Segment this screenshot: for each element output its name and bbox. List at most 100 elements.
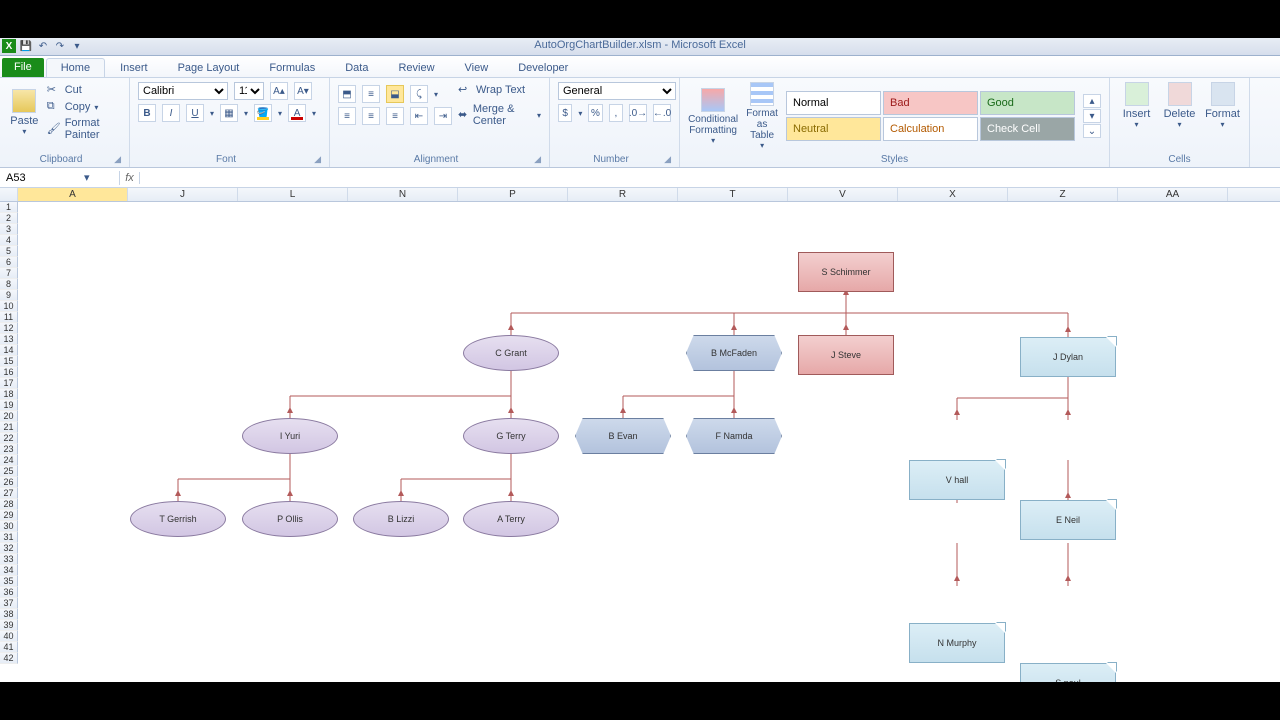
chevron-down-icon[interactable]: ▾ (84, 171, 90, 184)
cell-style-normal[interactable]: Normal (786, 91, 881, 115)
tab-formulas[interactable]: Formulas (254, 58, 330, 77)
org-node-e_neil[interactable]: E Neil (1020, 500, 1116, 540)
align-center-button[interactable]: ≡ (362, 107, 380, 125)
column-header[interactable]: R (568, 188, 678, 201)
tab-home[interactable]: Home (46, 58, 105, 77)
decrease-indent-button[interactable]: ⇤ (410, 107, 428, 125)
increase-decimal-button[interactable]: .0→ (629, 104, 647, 122)
org-node-i_yuri[interactable]: I Yuri (242, 418, 338, 454)
row-header[interactable]: 28 (0, 499, 18, 510)
row-header[interactable]: 9 (0, 290, 18, 301)
redo-icon[interactable]: ↷ (53, 39, 67, 53)
row-header[interactable]: 37 (0, 598, 18, 609)
name-box-input[interactable] (4, 171, 84, 185)
cell-style-good[interactable]: Good (980, 91, 1075, 115)
column-header[interactable]: Z (1008, 188, 1118, 201)
row-header[interactable]: 40 (0, 631, 18, 642)
dialog-launcher-icon[interactable]: ◢ (664, 154, 671, 165)
qat-more-icon[interactable]: ▾ (70, 39, 84, 53)
row-header[interactable]: 36 (0, 587, 18, 598)
cell-style-neutral[interactable]: Neutral (786, 117, 881, 141)
formula-bar-input[interactable] (140, 170, 1280, 185)
wrap-text-button[interactable]: ↩Wrap Text (458, 82, 541, 98)
font-name-select[interactable]: Calibri (138, 82, 228, 100)
row-header[interactable]: 38 (0, 609, 18, 620)
org-node-n_murphy[interactable]: N Murphy (909, 623, 1005, 663)
row-header[interactable]: 30 (0, 521, 18, 532)
align-right-button[interactable]: ≡ (386, 107, 404, 125)
paste-button[interactable]: Paste ▾ (8, 89, 41, 136)
format-button[interactable]: Format▾ (1204, 82, 1241, 129)
column-header[interactable]: N (348, 188, 458, 201)
increase-indent-button[interactable]: ⇥ (434, 107, 452, 125)
undo-icon[interactable]: ↶ (36, 39, 50, 53)
row-header[interactable]: 32 (0, 543, 18, 554)
row-header[interactable]: 24 (0, 455, 18, 466)
row-header[interactable]: 5 (0, 246, 18, 257)
row-header[interactable]: 22 (0, 433, 18, 444)
row-header[interactable]: 10 (0, 301, 18, 312)
row-header[interactable]: 29 (0, 510, 18, 521)
column-header[interactable]: A (18, 188, 128, 201)
row-header[interactable]: 21 (0, 422, 18, 433)
row-header[interactable]: 42 (0, 653, 18, 664)
orientation-button[interactable]: ⤹ (410, 85, 428, 103)
org-node-v_hall[interactable]: V hall (909, 460, 1005, 500)
row-header[interactable]: 27 (0, 488, 18, 499)
align-left-button[interactable]: ≡ (338, 107, 356, 125)
row-header[interactable]: 25 (0, 466, 18, 477)
row-header[interactable]: 19 (0, 400, 18, 411)
org-node-g_terry[interactable]: G Terry (463, 418, 559, 454)
tab-page-layout[interactable]: Page Layout (163, 58, 255, 77)
org-node-j_dylan[interactable]: J Dylan (1020, 337, 1116, 377)
row-header[interactable]: 8 (0, 279, 18, 290)
align-bottom-button[interactable]: ⬓ (386, 85, 404, 103)
org-node-j_steve[interactable]: J Steve (798, 335, 894, 375)
accounting-button[interactable]: $ (558, 104, 572, 122)
row-header[interactable]: 7 (0, 268, 18, 279)
dialog-launcher-icon[interactable]: ◢ (534, 154, 541, 165)
dialog-launcher-icon[interactable]: ◢ (114, 154, 121, 165)
row-header[interactable]: 35 (0, 576, 18, 587)
row-header[interactable]: 14 (0, 345, 18, 356)
cell-style-check-cell[interactable]: Check Cell (980, 117, 1075, 141)
row-header[interactable]: 11 (0, 312, 18, 323)
styles-scroll-up-icon[interactable]: ▴ (1083, 94, 1101, 108)
row-header[interactable]: 2 (0, 213, 18, 224)
column-header[interactable]: J (128, 188, 238, 201)
worksheet-area[interactable]: 1234567891011121314151617181920212223242… (0, 202, 1280, 682)
grow-font-button[interactable]: A▴ (270, 82, 288, 100)
row-header[interactable]: 26 (0, 477, 18, 488)
column-header[interactable]: T (678, 188, 788, 201)
row-header[interactable]: 15 (0, 356, 18, 367)
tab-insert[interactable]: Insert (105, 58, 163, 77)
format-painter-button[interactable]: 🖌Format Painter (47, 116, 121, 142)
italic-button[interactable]: I (162, 104, 180, 122)
number-format-select[interactable]: General (558, 82, 676, 100)
row-header[interactable]: 17 (0, 378, 18, 389)
row-header[interactable]: 18 (0, 389, 18, 400)
column-header[interactable]: AA (1118, 188, 1228, 201)
org-node-f_namda[interactable]: F Namda (686, 418, 782, 454)
delete-button[interactable]: Delete▾ (1161, 82, 1198, 129)
org-node-a_terry[interactable]: A Terry (463, 501, 559, 537)
tab-developer[interactable]: Developer (503, 58, 583, 77)
insert-button[interactable]: Insert▾ (1118, 82, 1155, 129)
row-header[interactable]: 13 (0, 334, 18, 345)
merge-center-button[interactable]: ⬌Merge & Center ▾ (458, 102, 541, 128)
percent-button[interactable]: % (588, 104, 602, 122)
format-as-table-button[interactable]: Format as Table ▾ (744, 82, 780, 150)
row-header[interactable]: 23 (0, 444, 18, 455)
org-node-p_ollis[interactable]: P Ollis (242, 501, 338, 537)
column-header[interactable]: V (788, 188, 898, 201)
cell-style-calculation[interactable]: Calculation (883, 117, 978, 141)
align-top-button[interactable]: ⬒ (338, 85, 356, 103)
tab-review[interactable]: Review (383, 58, 449, 77)
cell-style-bad[interactable]: Bad (883, 91, 978, 115)
row-header[interactable]: 34 (0, 565, 18, 576)
org-node-b_mcfaden[interactable]: B McFaden (686, 335, 782, 371)
row-header[interactable]: 3 (0, 224, 18, 235)
row-header[interactable]: 6 (0, 257, 18, 268)
row-header[interactable]: 33 (0, 554, 18, 565)
copy-button[interactable]: ⧉Copy ▾ (47, 99, 121, 115)
